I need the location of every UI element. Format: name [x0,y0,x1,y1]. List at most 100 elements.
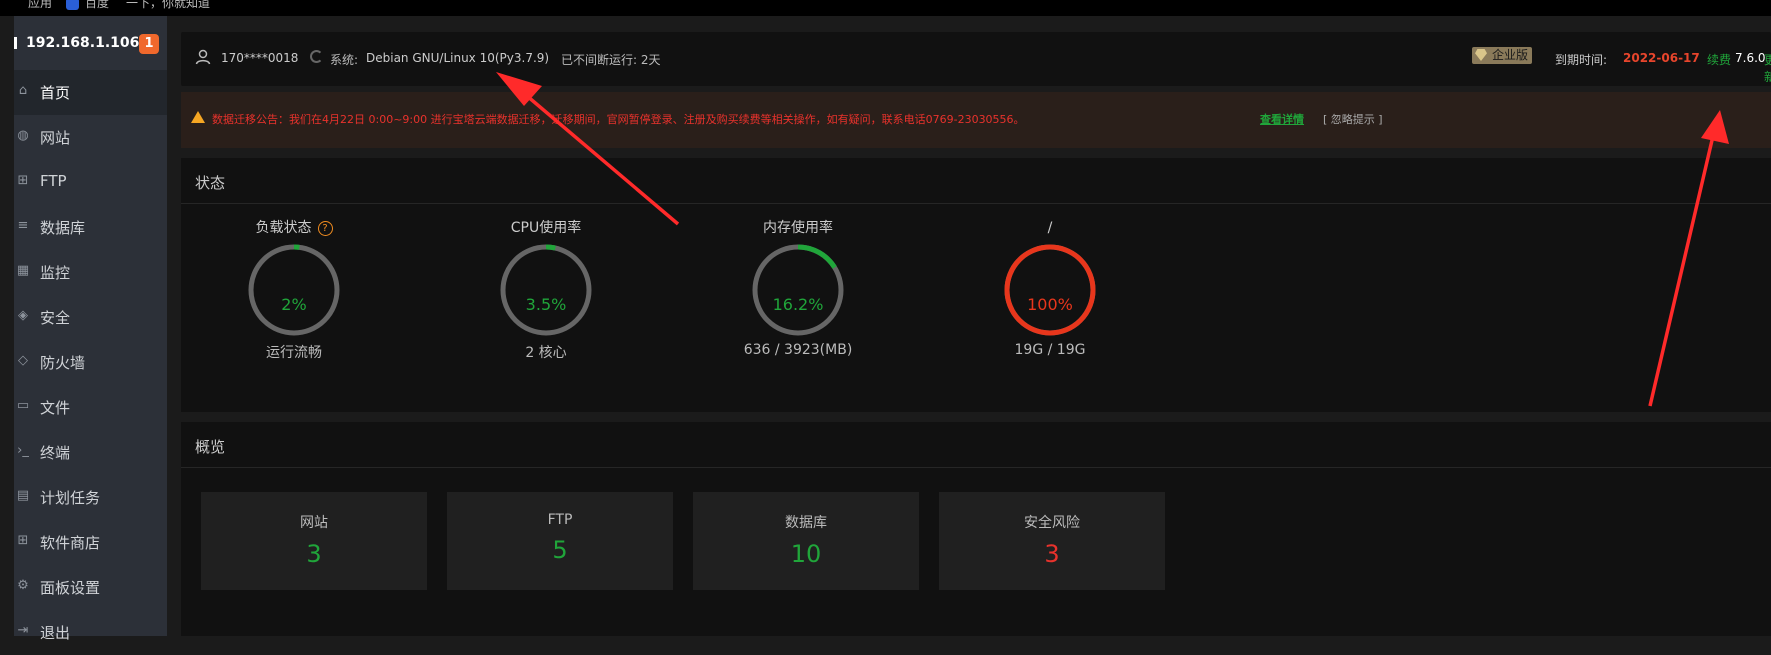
bookmark-apps[interactable]: 应用 [28,0,52,11]
uptime: 已不间断运行: 2天 [561,53,661,67]
renew-link[interactable]: 续费 [1707,51,1731,68]
sidebar-item-cron[interactable]: ▤ 计划任务 [14,475,167,520]
home-icon: ⌂ [18,83,28,98]
sidebar-item-files[interactable]: ▭ 文件 [14,385,167,430]
gauge-disk[interactable]: / 100% 19G / 19G [985,218,1115,358]
status-panel: 状态 负载状态? 2% 运行流畅 CPU使用率 3.5% 2 核心 内存使用率 … [181,158,1771,412]
sidebar-item-store[interactable]: ⊞ 软件商店 [14,520,167,565]
overview-card-ftp[interactable]: FTP 5 [447,492,673,590]
gauge-arc [1004,244,1096,336]
overview-card-website[interactable]: 网站 3 [201,492,427,590]
gauge-percent: 3.5% [525,295,567,314]
sidebar-nav: ⌂ 首页 ◍ 网站 ⊞ FTP ≡ 数据库 ▦ 监控 ◈ 安全 ◇ 防火墙 ▭ [14,70,167,655]
gauge-ring [248,244,340,336]
baidu-icon [66,0,79,10]
sidebar-item-label: 网站 [40,129,71,147]
gauge-ring [500,244,592,336]
gauge-subtitle: 636 / 3923(MB) [743,342,853,358]
divider [181,467,1771,468]
grid-icon: ⊞ [17,533,29,548]
shield-icon: ◈ [18,308,28,323]
sidebar-item-label: 退出 [40,624,71,642]
sidebar-item-label: 数据库 [40,219,86,237]
card-label: FTP [547,512,573,528]
gauge-subtitle: 2 核心 [525,345,567,361]
sidebar-item-logout[interactable]: ⇥ 退出 [14,610,167,655]
sidebar-item-label: 防火墙 [40,354,86,372]
overview-card-database[interactable]: 数据库 10 [693,492,919,590]
overview-panel: 概览 网站 3 FTP 5 数据库 10 安全风险 3 [181,422,1771,636]
card-label: 网站 [300,515,328,531]
sidebar-item-firewall[interactable]: ◇ 防火墙 [14,340,167,385]
gauge-percent: 100% [1027,295,1073,314]
server-ip: 192.168.1.106 [26,35,140,51]
user-account[interactable]: 170****0018 [221,51,298,65]
gauge-subtitle: 运行流畅 [266,345,322,361]
gauge-title: / [1047,220,1053,236]
bookmark-search[interactable]: 一下，你就知道 [126,0,210,11]
update-link[interactable]: 更新 [1764,51,1771,85]
gauge-subtitle: 19G / 19G [1014,342,1086,358]
sidebar-item-security[interactable]: ◈ 安全 [14,295,167,340]
diamond-icon [1475,49,1487,61]
bookmark-baidu[interactable]: 百度 [66,0,109,11]
terminal-icon: ›_ [17,443,29,458]
expire-label: 到期时间: [1555,53,1608,67]
sidebar-item-website[interactable]: ◍ 网站 [14,115,167,160]
sidebar-item-label: 终端 [40,444,71,462]
bookmark-baidu-label: 百度 [85,0,110,10]
calendar-icon: ▤ [16,488,30,503]
globe-icon: ◍ [17,128,29,143]
server-ip-row[interactable]: 192.168.1.106 1 [14,30,167,58]
notice-ignore-link[interactable]: [ 忽略提示 ] [1323,111,1383,127]
edition-badge: 企业版 [1472,47,1533,64]
help-icon[interactable]: ? [317,220,333,236]
gauge-percent: 16.2% [772,295,824,314]
sidebar-item-label: 首页 [40,84,71,102]
gauge-ring [752,244,844,336]
overview-card-security-risk[interactable]: 安全风险 3 [939,492,1165,590]
status-title: 状态 [195,174,226,192]
bookmarks-bar: 应用 百度 一下，你就知道 [0,0,1771,16]
sidebar-item-label: 监控 [40,264,71,282]
version: 7.6.0 [1735,51,1766,65]
system-value: Debian GNU/Linux 10(Py3.7.9) [366,51,550,65]
notification-badge[interactable]: 1 [139,34,159,54]
card-value[interactable]: 10 [693,540,919,568]
card-value[interactable]: 5 [447,536,673,564]
sidebar-item-label: 计划任务 [40,489,101,507]
sidebar: 192.168.1.106 1 ⌂ 首页 ◍ 网站 ⊞ FTP ≡ 数据库 ▦ … [14,16,167,642]
sidebar-item-database[interactable]: ≡ 数据库 [14,205,167,250]
divider [181,203,1771,204]
sidebar-item-ftp[interactable]: ⊞ FTP [14,160,167,205]
database-icon: ≡ [17,218,29,233]
sidebar-item-terminal[interactable]: ›_ 终端 [14,430,167,475]
system-label: 系统: [330,53,359,67]
gauge-title: 负载状态 [255,220,312,236]
gauge-title: 内存使用率 [763,220,833,236]
sidebar-item-settings[interactable]: ⚙ 面板设置 [14,565,167,610]
notice-bar: 数据迁移公告：我们在4月22日 0:00~9:00 进行宝塔云端数据迁移，迁移期… [181,92,1771,148]
gauge-load[interactable]: 负载状态? 2% 运行流畅 [229,218,359,362]
firewall-icon: ◇ [18,353,28,368]
gauge-cpu[interactable]: CPU使用率 3.5% 2 核心 [481,218,611,362]
overview-title: 概览 [195,438,226,456]
sidebar-item-home[interactable]: ⌂ 首页 [14,70,167,115]
top-info-bar: 170****0018 系统: Debian GNU/Linux 10(Py3.… [181,32,1771,86]
sidebar-item-label: FTP [40,172,67,190]
server-icon: ⊞ [17,173,29,188]
card-label: 数据库 [785,515,827,531]
chart-icon: ▦ [16,263,30,278]
sidebar-item-monitor[interactable]: ▦ 监控 [14,250,167,295]
user-icon [195,49,211,65]
sidebar-item-label: 面板设置 [40,579,101,597]
warning-icon [191,111,205,123]
card-value[interactable]: 3 [939,540,1165,568]
system-icon [310,50,323,63]
gauge-title: CPU使用率 [510,220,582,236]
card-label: 安全风险 [1024,515,1080,531]
gauge-memory[interactable]: 内存使用率 16.2% 636 / 3923(MB) [733,218,863,358]
notice-detail-link[interactable]: 查看详情 [1260,111,1304,127]
sidebar-item-label: 软件商店 [40,534,101,552]
card-value[interactable]: 3 [201,540,427,568]
